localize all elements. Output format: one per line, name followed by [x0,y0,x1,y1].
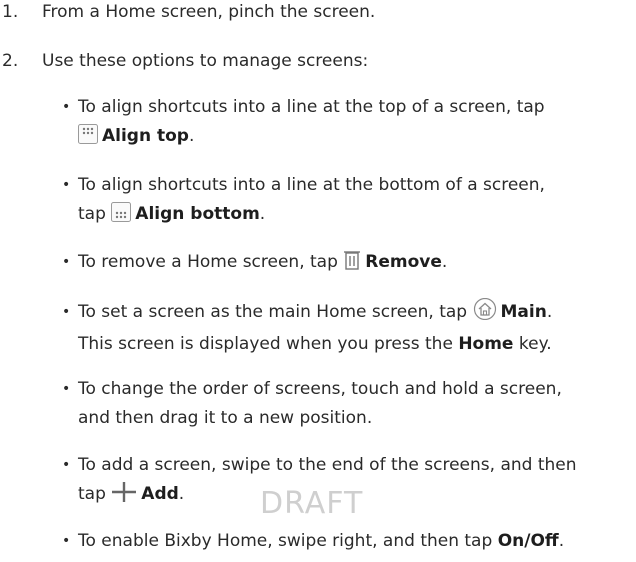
punctuation: . [441,252,448,272]
bullet-text: and then drag it to a new position. [78,408,373,428]
bullet: • [62,177,71,193]
bullet-text: To align shortcuts into a line at the bo… [78,175,545,195]
bullet: • [62,381,71,397]
bullet-text: key. [518,334,552,354]
add-label: Add [141,484,179,504]
bullet-text: To add a screen, swipe to the end of the… [78,455,577,475]
main-label: Main [500,302,547,322]
bullet: • [62,99,71,115]
bullet: • [62,254,71,270]
step-number: 1. [2,2,19,22]
bullet-text: To change the order of screens, touch an… [78,379,562,399]
step-text: Use these options to manage screens: [42,51,369,71]
align-top-icon [78,124,98,154]
align-bottom-icon [111,202,132,232]
punctuation: . [558,531,565,551]
punctuation: . [178,484,185,504]
remove-label: Remove [365,252,442,272]
bullet: • [62,533,71,549]
align-bottom-label: Align bottom [135,204,260,224]
bullet: • [62,304,71,320]
bullet-text: tap [78,204,106,224]
bullet-text: tap [78,484,106,504]
draft-watermark: DRAFT [260,486,364,521]
on-off-label: On/Off [497,531,559,551]
step-number: 2. [2,51,19,71]
bullet: • [62,457,71,473]
home-icon [473,297,497,330]
step-text: From a Home screen, pinch the screen. [42,2,376,22]
align-top-label: Align top [102,126,189,146]
plus-icon [111,482,137,512]
trash-icon [343,249,361,280]
bullet-text: To enable Bixby Home, swipe right, and t… [78,531,493,551]
bullet-text: To set a screen as the main Home screen,… [78,302,468,322]
home-key-label: Home [458,334,514,354]
punctuation: . [259,204,266,224]
bullet-text: To remove a Home screen, tap [78,252,338,272]
punctuation: . [188,126,195,146]
bullet-text: This screen is displayed when you press … [78,334,453,354]
bullet-text: To align shortcuts into a line at the to… [78,97,545,117]
punctuation: . [546,302,553,322]
